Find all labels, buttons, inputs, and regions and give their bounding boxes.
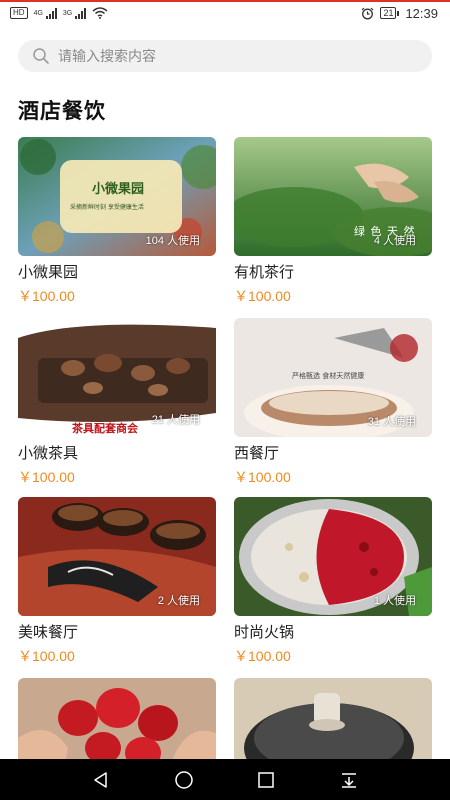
product-name: 美味餐厅	[18, 624, 79, 641]
product-price: ￥100.00	[18, 648, 75, 664]
product-name: 时尚火锅	[234, 624, 295, 641]
product-image[interactable]: 2 人使用	[18, 497, 216, 616]
product-image[interactable]: 绿 色 天 然 4 人使用	[234, 137, 432, 256]
product-price: ￥100.00	[234, 648, 291, 664]
signal-icon-2	[75, 7, 87, 19]
product-grid: 小微果园 采摘新鲜时刻 享受健康生活 104 人使用 小微果园 ￥100.00 …	[18, 137, 432, 759]
thumb-title: 小微果园	[92, 182, 145, 197]
product-image[interactable]: 严格甄选 食材天然健康 31 人使用	[234, 318, 432, 437]
product-card-tea-set[interactable]: 茶具配套商会 21 人使用 小微茶具 ￥100.00	[18, 318, 216, 486]
network-label-1: 4G	[33, 9, 43, 17]
status-right: 21 12:39	[361, 6, 438, 21]
network-label-2: 3G	[62, 9, 73, 17]
product-name: 有机茶行	[234, 264, 295, 281]
usage-count: 2 人使用	[157, 595, 200, 607]
hd-badge: HD	[10, 7, 28, 19]
search-input[interactable]	[58, 48, 398, 64]
search-icon	[33, 48, 49, 64]
product-name: 西餐厅	[234, 445, 280, 462]
product-image[interactable]: 茶具配套商会 21 人使用	[18, 318, 216, 437]
product-card-western-restaurant[interactable]: 严格甄选 食材天然健康 31 人使用 西餐厅 ￥100.00	[234, 318, 432, 486]
system-nav-bar	[0, 759, 450, 800]
status-bar: HD 4G 3G 21 12:39	[0, 2, 450, 24]
section-title: 酒店餐饮	[18, 100, 106, 123]
thumb-subtitle: 采摘新鲜时刻 享受健康生活	[70, 204, 144, 211]
product-image[interactable]: 1 人使用	[234, 497, 432, 616]
home-button[interactable]	[164, 760, 204, 800]
product-price: ￥100.00	[234, 288, 291, 304]
usage-count: 31 人使用	[367, 416, 416, 428]
product-card-tea-house[interactable]	[234, 678, 432, 759]
usage-count: 21 人使用	[151, 414, 200, 426]
battery-icon: 21	[380, 7, 400, 19]
usage-count: 1 人使用	[373, 595, 416, 607]
product-price: ￥100.00	[18, 288, 75, 304]
product-image[interactable]	[234, 678, 432, 759]
notifications-pull-button[interactable]	[329, 760, 369, 800]
product-card-orchard[interactable]: 小微果园 采摘新鲜时刻 享受健康生活 104 人使用 小微果园 ￥100.00	[18, 137, 216, 305]
clock: 12:39	[405, 5, 438, 21]
product-card-strawberry[interactable]	[18, 678, 216, 759]
status-left: HD 4G 3G	[10, 7, 108, 19]
product-image[interactable]: 小微果园 采摘新鲜时刻 享受健康生活 104 人使用	[18, 137, 216, 256]
thumb-title: 严格甄选 食材天然健康	[292, 372, 365, 380]
battery-level: 21	[380, 7, 397, 19]
usage-count: 4 人使用	[373, 235, 416, 247]
back-icon	[94, 771, 107, 788]
recents-icon	[258, 771, 274, 788]
product-card-gourmet-restaurant[interactable]: 2 人使用 美味餐厅 ￥100.00	[18, 497, 216, 665]
alarm-icon	[362, 7, 374, 19]
recents-button[interactable]	[246, 760, 286, 800]
wifi-icon	[92, 7, 108, 19]
thumb-title: 茶具配套商会	[72, 422, 138, 435]
product-name: 小微茶具	[18, 445, 79, 462]
product-price: ￥100.00	[234, 469, 291, 485]
signal-icon	[45, 7, 57, 19]
usage-count: 104 人使用	[145, 235, 200, 247]
back-button[interactable]	[81, 760, 121, 800]
product-card-tea-shop[interactable]: 绿 色 天 然 4 人使用 有机茶行 ￥100.00	[234, 137, 432, 305]
product-image[interactable]	[18, 678, 216, 759]
search-bar[interactable]	[18, 40, 432, 72]
product-price: ￥100.00	[18, 469, 75, 485]
notifications-pull-icon	[341, 772, 356, 788]
strawberry-image	[18, 678, 216, 759]
product-card-hotpot[interactable]: 1 人使用 时尚火锅 ￥100.00	[234, 497, 432, 665]
home-icon	[175, 770, 193, 789]
tea-house-image	[234, 678, 432, 759]
product-name: 小微果园	[18, 264, 79, 281]
